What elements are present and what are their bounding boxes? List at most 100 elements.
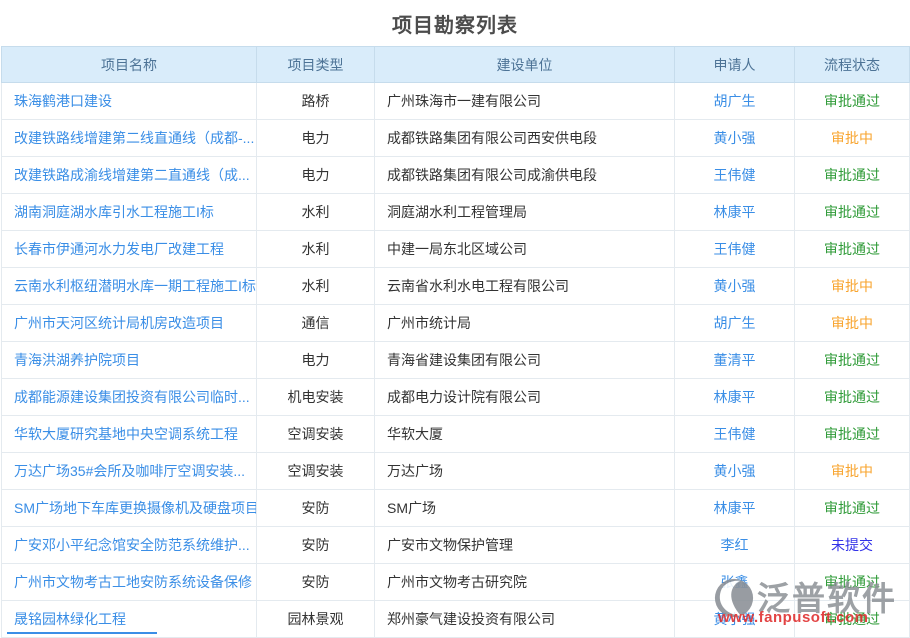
applicant-link-cell: 王伟健 xyxy=(675,157,795,194)
column-header-1: 项目类型 xyxy=(257,47,375,83)
project-type: 电力 xyxy=(257,342,375,379)
status-label: 审批通过 xyxy=(795,231,910,268)
construction-unit: 华软大厦 xyxy=(375,416,675,453)
status-label: 审批通过 xyxy=(795,416,910,453)
applicant-link[interactable]: 董清平 xyxy=(714,352,756,368)
status-label: 审批通过 xyxy=(795,157,910,194)
applicant-link[interactable]: 黄小强 xyxy=(714,463,756,479)
construction-unit: 广州珠海市一建有限公司 xyxy=(375,83,675,120)
project-name-link-cell: 珠海鹤港口建设 xyxy=(2,83,257,120)
project-name-link-cell: 广州市文物考古工地安防系统设备保修 xyxy=(2,564,257,601)
applicant-link[interactable]: 黄小强 xyxy=(714,278,756,294)
project-name-link-cell: 青海洪湖养护院项目 xyxy=(2,342,257,379)
applicant-link[interactable]: 黄小强 xyxy=(714,130,756,146)
project-type: 水利 xyxy=(257,268,375,305)
project-name-link-cell: 广安邓小平纪念馆安全防范系统维护... xyxy=(2,527,257,564)
project-name-link-cell: 华软大厦研究基地中央空调系统工程 xyxy=(2,416,257,453)
project-type: 通信 xyxy=(257,305,375,342)
project-type: 电力 xyxy=(257,120,375,157)
applicant-link[interactable]: 王伟健 xyxy=(714,426,756,442)
table-row: 青海洪湖养护院项目电力青海省建设集团有限公司董清平审批通过 xyxy=(2,342,910,379)
project-type: 安防 xyxy=(257,564,375,601)
column-header-4: 流程状态 xyxy=(795,47,910,83)
table-row: 广安邓小平纪念馆安全防范系统维护...安防广安市文物保护管理李红未提交 xyxy=(2,527,910,564)
project-type: 安防 xyxy=(257,490,375,527)
status-label: 审批通过 xyxy=(795,601,910,638)
project-name-link[interactable]: 青海洪湖养护院项目 xyxy=(14,352,140,368)
applicant-link-cell: 张鑫 xyxy=(675,564,795,601)
project-name-link[interactable]: 万达广场35#会所及咖啡厅空调安装... xyxy=(14,463,245,479)
project-name-link[interactable]: 改建铁路线增建第二线直通线（成都-... xyxy=(14,130,254,146)
construction-unit: 云南省水利水电工程有限公司 xyxy=(375,268,675,305)
project-name-link-cell: 成都能源建设集团投资有限公司临时... xyxy=(2,379,257,416)
applicant-link[interactable]: 林康平 xyxy=(714,389,756,405)
table-row: 广州市天河区统计局机房改造项目通信广州市统计局胡广生审批中 xyxy=(2,305,910,342)
table-row: 湖南洞庭湖水库引水工程施工I标水利洞庭湖水利工程管理局林康平审批通过 xyxy=(2,194,910,231)
construction-unit: 郑州豪气建设投资有限公司 xyxy=(375,601,675,638)
applicant-link-cell: 胡广生 xyxy=(675,83,795,120)
applicant-link[interactable]: 胡广生 xyxy=(714,93,756,109)
project-name-link-cell: 改建铁路线增建第二线直通线（成都-... xyxy=(2,120,257,157)
project-type: 路桥 xyxy=(257,83,375,120)
project-name-link-cell: 湖南洞庭湖水库引水工程施工I标 xyxy=(2,194,257,231)
status-label: 审批中 xyxy=(795,268,910,305)
construction-unit: 成都电力设计院有限公司 xyxy=(375,379,675,416)
applicant-link-cell: 董清平 xyxy=(675,342,795,379)
table-row: 华软大厦研究基地中央空调系统工程空调安装华软大厦王伟健审批通过 xyxy=(2,416,910,453)
construction-unit: 成都铁路集团有限公司成渝供电段 xyxy=(375,157,675,194)
table-header-row: 项目名称项目类型建设单位申请人流程状态 xyxy=(2,47,910,83)
project-name-link[interactable]: 长春市伊通河水力发电厂改建工程 xyxy=(14,241,224,257)
status-label: 审批通过 xyxy=(795,490,910,527)
construction-unit: 万达广场 xyxy=(375,453,675,490)
project-name-link[interactable]: SM广场地下车库更换摄像机及硬盘项目 xyxy=(14,500,257,516)
project-name-link[interactable]: 成都能源建设集团投资有限公司临时... xyxy=(14,389,250,405)
applicant-link[interactable]: 黄小强 xyxy=(714,611,756,627)
column-header-2: 建设单位 xyxy=(375,47,675,83)
project-type: 安防 xyxy=(257,527,375,564)
project-name-link[interactable]: 广州市天河区统计局机房改造项目 xyxy=(14,315,224,331)
project-type: 机电安装 xyxy=(257,379,375,416)
status-label: 审批通过 xyxy=(795,379,910,416)
table-row: 长春市伊通河水力发电厂改建工程水利中建一局东北区域公司王伟健审批通过 xyxy=(2,231,910,268)
project-name-link[interactable]: 湖南洞庭湖水库引水工程施工I标 xyxy=(14,204,214,220)
applicant-link-cell: 黄小强 xyxy=(675,268,795,305)
project-name-link[interactable]: 华软大厦研究基地中央空调系统工程 xyxy=(14,426,238,442)
status-label: 审批通过 xyxy=(795,194,910,231)
construction-unit: 广州市文物考古研究院 xyxy=(375,564,675,601)
construction-unit: 青海省建设集团有限公司 xyxy=(375,342,675,379)
applicant-link-cell: 王伟健 xyxy=(675,231,795,268)
applicant-link[interactable]: 林康平 xyxy=(714,204,756,220)
project-name-link-cell: 广州市天河区统计局机房改造项目 xyxy=(2,305,257,342)
construction-unit: SM广场 xyxy=(375,490,675,527)
table-body: 珠海鹤港口建设路桥广州珠海市一建有限公司胡广生审批通过改建铁路线增建第二线直通线… xyxy=(2,83,910,638)
applicant-link[interactable]: 王伟健 xyxy=(714,241,756,257)
applicant-link-cell: 黄小强 xyxy=(675,120,795,157)
applicant-link-cell: 黄小强 xyxy=(675,453,795,490)
applicant-link[interactable]: 王伟健 xyxy=(714,167,756,183)
construction-unit: 广安市文物保护管理 xyxy=(375,527,675,564)
table-row: 改建铁路线增建第二线直通线（成都-...电力成都铁路集团有限公司西安供电段 黄小强… xyxy=(2,120,910,157)
project-name-link[interactable]: 广州市文物考古工地安防系统设备保修 xyxy=(14,574,252,590)
status-label: 审批中 xyxy=(795,453,910,490)
applicant-link-cell: 胡广生 xyxy=(675,305,795,342)
applicant-link[interactable]: 胡广生 xyxy=(714,315,756,331)
applicant-link[interactable]: 张鑫 xyxy=(721,574,749,590)
applicant-link[interactable]: 林康平 xyxy=(714,500,756,516)
project-name-link[interactable]: 广安邓小平纪念馆安全防范系统维护... xyxy=(14,537,250,553)
construction-unit: 成都铁路集团有限公司西安供电段 xyxy=(375,120,675,157)
project-type: 水利 xyxy=(257,231,375,268)
project-name-link[interactable]: 改建铁路成渝线增建第二直通线（成... xyxy=(14,167,250,183)
applicant-link-cell: 王伟健 xyxy=(675,416,795,453)
project-name-link-cell: SM广场地下车库更换摄像机及硬盘项目 xyxy=(2,490,257,527)
page-title: 项目勘察列表 xyxy=(0,0,910,46)
project-name-link[interactable]: 晟铭园林绿化工程 xyxy=(14,611,126,627)
project-type: 园林景观 xyxy=(257,601,375,638)
table-row: SM广场地下车库更换摄像机及硬盘项目安防SM广场 林康平 审批通过 xyxy=(2,490,910,527)
applicant-link[interactable]: 李红 xyxy=(721,537,749,553)
project-type: 空调安装 xyxy=(257,453,375,490)
project-name-link[interactable]: 云南水利枢纽潜明水库一期工程施工I标 xyxy=(14,278,256,294)
project-name-link[interactable]: 珠海鹤港口建设 xyxy=(14,93,112,109)
project-name-link-cell: 改建铁路成渝线增建第二直通线（成... xyxy=(2,157,257,194)
applicant-link-cell: 李红 xyxy=(675,527,795,564)
status-label: 审批中 xyxy=(795,305,910,342)
